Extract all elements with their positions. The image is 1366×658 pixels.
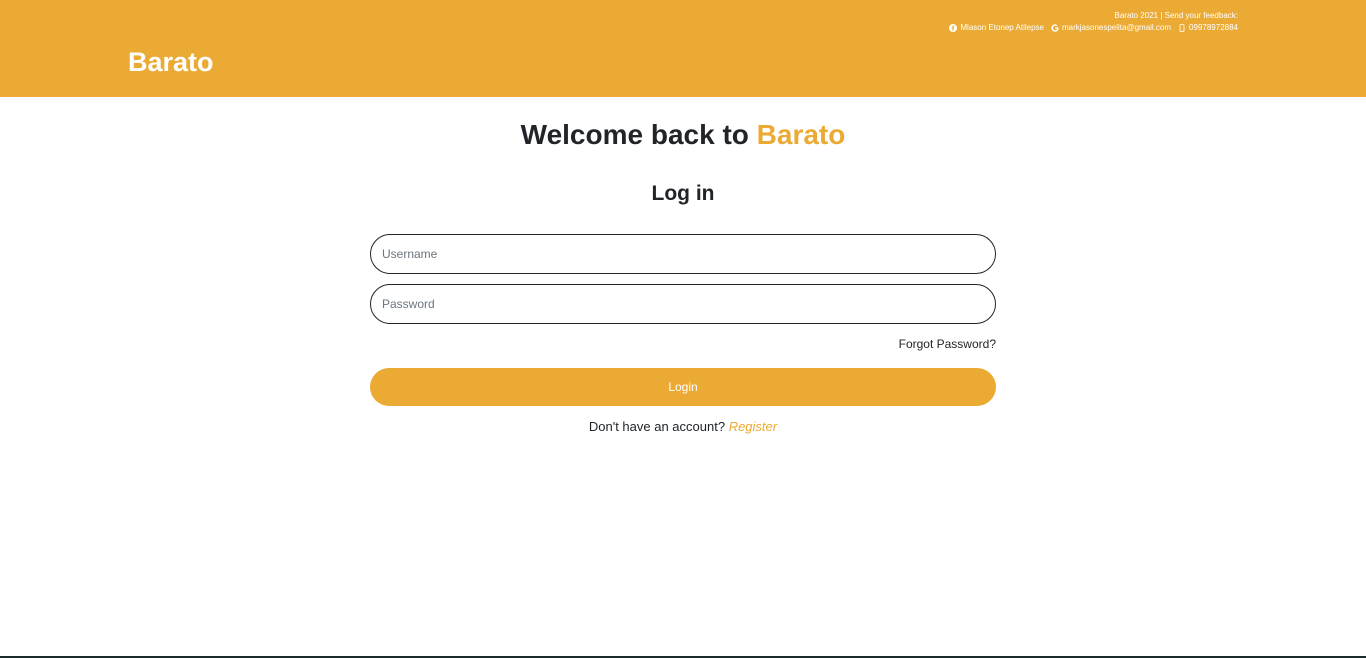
password-input[interactable] — [370, 284, 996, 324]
contact-list: Mlason Etonep Atilepse markjasonespelita… — [949, 22, 1238, 34]
feedback-line: Barato 2021 | Send your feedback: — [1114, 11, 1239, 20]
register-prompt-line: Don't have an account? Register — [0, 418, 1366, 436]
login-button[interactable]: Login — [370, 368, 996, 406]
facebook-icon — [949, 24, 958, 32]
contact-google[interactable]: markjasonespelita@gmail.com — [1051, 22, 1171, 34]
welcome-heading: Welcome back to Barato — [0, 116, 1366, 154]
welcome-prefix: Welcome back to — [520, 119, 757, 150]
contact-phone-text: 09978972884 — [1189, 23, 1238, 32]
google-icon — [1051, 24, 1059, 32]
header-bar: Barato Barato 2021 | Send your feedback:… — [0, 0, 1366, 97]
register-prompt-text: Don't have an account? — [588, 419, 729, 434]
forgot-password-link[interactable]: Forgot Password? — [370, 336, 996, 352]
login-heading: Log in — [651, 182, 715, 205]
contact-facebook-text: Mlason Etonep Atilepse — [960, 23, 1044, 32]
brand-logo-text[interactable]: Barato — [128, 45, 214, 79]
username-input[interactable] — [370, 234, 996, 274]
welcome-brand: Barato — [756, 119, 846, 150]
register-link[interactable]: Register — [729, 419, 777, 434]
feedback-info: Barato 2021 | Send your feedback: Mlason… — [949, 10, 1238, 34]
contact-email-text: markjasonespelita@gmail.com — [1061, 23, 1172, 32]
contact-phone[interactable]: 09978972884 — [1178, 22, 1238, 34]
contact-facebook[interactable]: Mlason Etonep Atilepse — [949, 22, 1044, 34]
mobile-phone-icon — [1178, 24, 1186, 32]
